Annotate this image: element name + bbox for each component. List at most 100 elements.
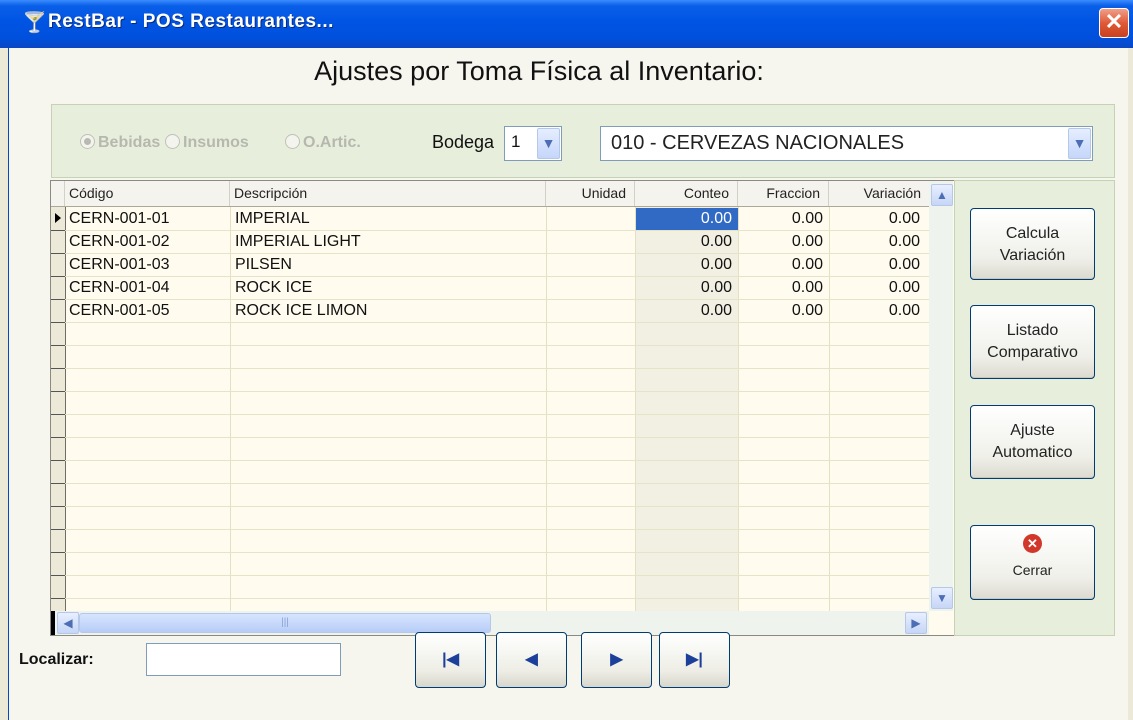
- horizontal-scroll-thumb[interactable]: |||: [79, 613, 491, 633]
- row-separator: [51, 598, 929, 599]
- form-body: Ajustes por Toma Física al Inventario: B…: [8, 48, 1128, 720]
- bodega-label: Bodega: [432, 132, 495, 152]
- row-indicator-separator: [51, 529, 65, 530]
- column-header-descripcion[interactable]: Descripción: [230, 181, 546, 206]
- row-indicator-separator: [51, 299, 65, 300]
- radio-oartic[interactable]: O.Artic.: [285, 134, 361, 152]
- actions-panel: Calcula Variación Listado Comparativo Aj…: [954, 180, 1115, 636]
- cell-descripcion[interactable]: IMPERIAL LIGHT: [235, 231, 361, 253]
- cell-conteo[interactable]: 0.00: [636, 277, 738, 299]
- row-separator: [51, 460, 929, 461]
- calcula-variacion-line2: Variación: [999, 247, 1066, 264]
- first-record-button[interactable]: |◀: [415, 632, 486, 688]
- cell-conteo[interactable]: 0.00: [636, 231, 738, 253]
- row-indicator-separator: [51, 575, 65, 576]
- radio-insumos[interactable]: Insumos: [165, 134, 249, 152]
- cell-descripcion[interactable]: IMPERIAL: [235, 208, 310, 230]
- calcula-variacion-line1: Calcula: [1005, 225, 1060, 242]
- radio-unselected-icon: [165, 134, 180, 149]
- cell-descripcion[interactable]: ROCK ICE LIMON: [235, 300, 367, 322]
- application-window: 🍸 RestBar - POS Restaurantes... ✕ Ajuste…: [0, 0, 1133, 720]
- grid-header: Código Descripción Unidad Conteo Fraccio…: [51, 181, 929, 207]
- cell-unidad[interactable]: [547, 231, 635, 253]
- column-divider: [230, 207, 231, 611]
- row-indicator-separator: [51, 368, 65, 369]
- filter-panel: Bebidas Insumos O.Artic. Bodega 1 ▼ 010 …: [51, 104, 1115, 178]
- cell-variacion[interactable]: 0.00: [830, 300, 926, 322]
- title-bar[interactable]: 🍸 RestBar - POS Restaurantes... ✕: [0, 0, 1133, 48]
- previous-record-button[interactable]: ◀: [496, 632, 567, 688]
- cell-unidad[interactable]: [547, 254, 635, 276]
- ajuste-automatico-button[interactable]: Ajuste Automatico: [970, 405, 1095, 479]
- column-header-unidad[interactable]: Unidad: [546, 181, 635, 206]
- column-header-fraccion[interactable]: Fraccion: [738, 181, 829, 206]
- row-indicator-separator: [51, 230, 65, 231]
- scroll-up-icon[interactable]: ▲: [931, 184, 953, 206]
- radio-bebidas-label: Bebidas: [98, 134, 161, 151]
- cell-conteo[interactable]: 0.00: [636, 300, 738, 322]
- vertical-scrollbar[interactable]: ▲ ▼: [929, 181, 953, 611]
- radio-bebidas[interactable]: Bebidas: [80, 134, 160, 152]
- row-separator: [51, 345, 929, 346]
- scroll-right-icon[interactable]: ▶: [905, 612, 927, 634]
- localizar-label: Localizar:: [19, 651, 94, 668]
- bodega-select[interactable]: 1 ▼: [504, 126, 562, 161]
- ajuste-automatico-line2: Automatico: [992, 444, 1073, 461]
- scroll-left-icon[interactable]: ◀: [57, 612, 79, 634]
- row-separator: [51, 575, 929, 576]
- cell-variacion[interactable]: 0.00: [830, 254, 926, 276]
- cell-conteo[interactable]: 0.00: [636, 208, 738, 230]
- current-row-pointer-icon: [55, 213, 61, 223]
- close-window-button[interactable]: ✕: [1099, 8, 1129, 38]
- cell-fraccion[interactable]: 0.00: [739, 277, 829, 299]
- localizar-input[interactable]: [146, 643, 341, 676]
- chevron-down-icon[interactable]: ▼: [1068, 128, 1091, 159]
- cell-codigo[interactable]: CERN-001-01: [69, 208, 169, 230]
- calcula-variacion-button[interactable]: Calcula Variación: [970, 208, 1095, 280]
- cell-unidad[interactable]: [547, 208, 635, 230]
- cell-unidad[interactable]: [547, 300, 635, 322]
- next-record-icon: ▶: [610, 651, 623, 668]
- cell-fraccion[interactable]: 0.00: [739, 254, 829, 276]
- cell-variacion[interactable]: 0.00: [830, 277, 926, 299]
- horizontal-scrollbar[interactable]: ◀ ||| ▶: [51, 611, 929, 635]
- scroll-down-icon[interactable]: ▼: [931, 587, 953, 609]
- cell-variacion[interactable]: 0.00: [830, 231, 926, 253]
- cell-unidad[interactable]: [547, 277, 635, 299]
- cell-codigo[interactable]: CERN-001-05: [69, 300, 169, 322]
- cell-conteo[interactable]: 0.00: [636, 254, 738, 276]
- cell-codigo[interactable]: CERN-001-04: [69, 277, 169, 299]
- row-indicator-separator: [51, 598, 65, 599]
- row-indicator-separator: [51, 414, 65, 415]
- previous-record-icon: ◀: [525, 651, 538, 668]
- ajuste-automatico-line1: Ajuste: [1010, 422, 1055, 439]
- radio-selected-icon: [80, 134, 95, 149]
- chevron-down-icon[interactable]: ▼: [537, 128, 560, 159]
- column-header-conteo[interactable]: Conteo: [635, 181, 738, 206]
- listado-comparativo-button[interactable]: Listado Comparativo: [970, 305, 1095, 379]
- row-indicator-separator: [51, 276, 65, 277]
- radio-insumos-label: Insumos: [183, 134, 249, 151]
- cell-fraccion[interactable]: 0.00: [739, 231, 829, 253]
- cell-fraccion[interactable]: 0.00: [739, 300, 829, 322]
- first-record-icon: |◀: [442, 651, 459, 668]
- last-record-button[interactable]: ▶|: [659, 632, 730, 688]
- next-record-button[interactable]: ▶: [581, 632, 652, 688]
- cell-codigo[interactable]: CERN-001-03: [69, 254, 169, 276]
- cell-descripcion[interactable]: PILSEN: [235, 254, 292, 276]
- scroll-edge-marker: [51, 611, 55, 635]
- close-circle-icon: ✕: [1023, 534, 1042, 553]
- cerrar-button[interactable]: ✕ Cerrar: [970, 525, 1095, 600]
- row-separator: [51, 391, 929, 392]
- column-header-codigo[interactable]: Código: [65, 181, 230, 206]
- cell-variacion[interactable]: 0.00: [830, 208, 926, 230]
- last-record-icon: ▶|: [686, 651, 703, 668]
- cell-descripcion[interactable]: ROCK ICE: [235, 277, 312, 299]
- cell-fraccion[interactable]: 0.00: [739, 208, 829, 230]
- category-select[interactable]: 010 - CERVEZAS NACIONALES ▼: [600, 126, 1093, 161]
- cell-codigo[interactable]: CERN-001-02: [69, 231, 169, 253]
- column-header-variacion[interactable]: Variación: [829, 181, 929, 206]
- row-indicator-separator: [51, 460, 65, 461]
- inventory-grid[interactable]: Código Descripción Unidad Conteo Fraccio…: [50, 180, 956, 636]
- listado-comparativo-line2: Comparativo: [987, 344, 1078, 361]
